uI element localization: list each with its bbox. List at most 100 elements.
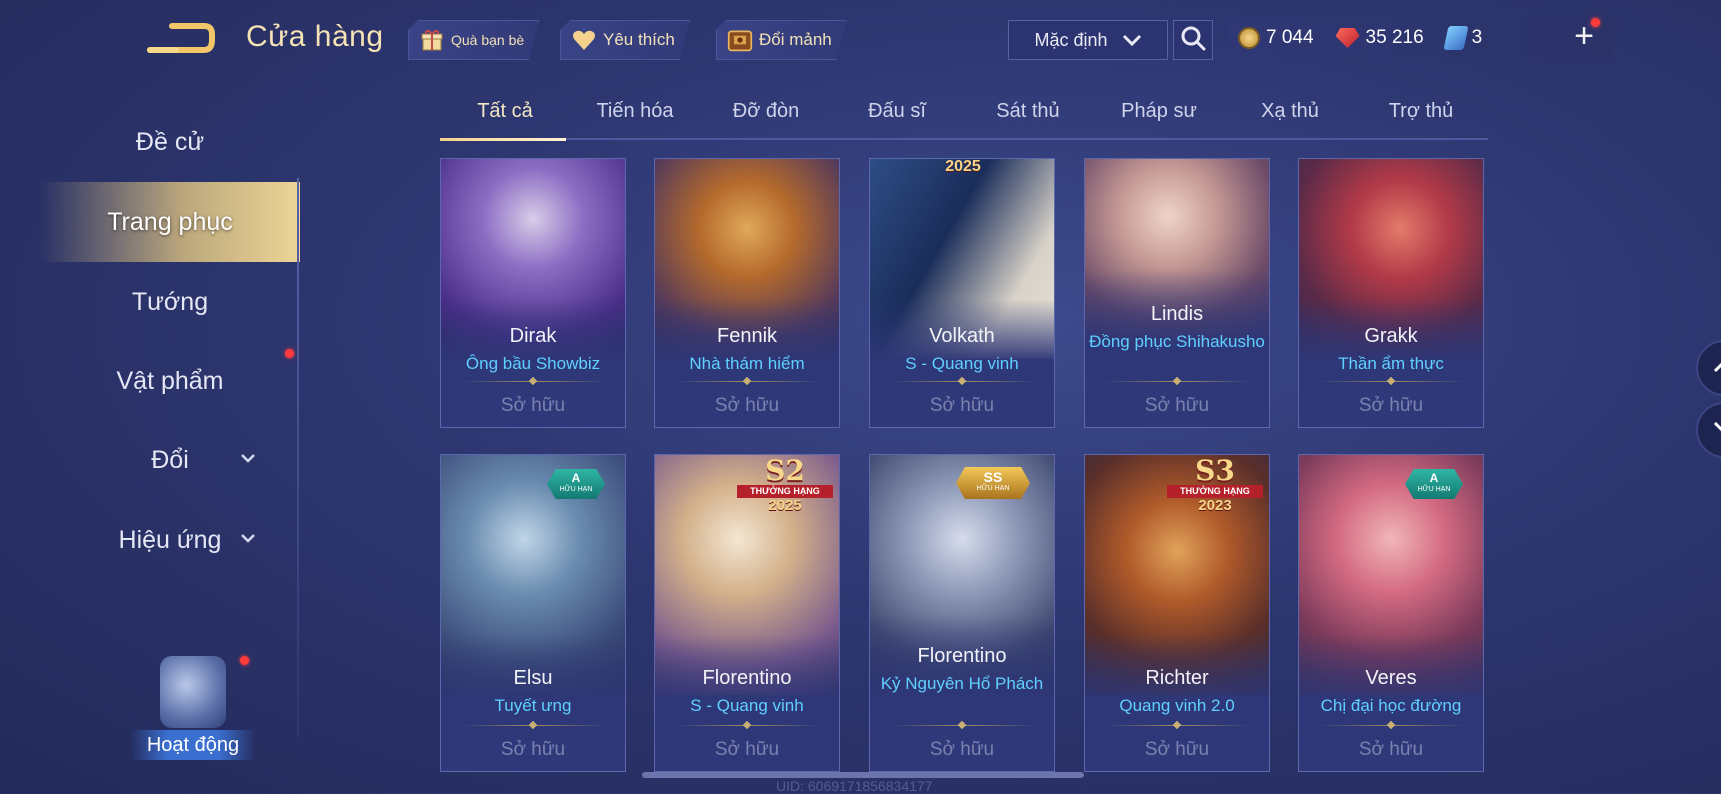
sidebar-divider xyxy=(297,178,299,738)
skin-card[interactable]: S3 THƯỞNG HẠNG 2023 Richter Quang vinh 2… xyxy=(1084,454,1270,772)
skin-card[interactable]: Dirak Ông bầu Showbiz Sở hữu xyxy=(440,158,626,428)
activity-label: Hoạt động xyxy=(130,730,256,760)
hero-name: Veres xyxy=(1365,667,1417,689)
card-divider xyxy=(461,381,607,382)
skin-card[interactable]: Lindis Đồng phục Shihakusho Sở hữu xyxy=(1084,158,1270,428)
tab-mage[interactable]: Pháp sư xyxy=(1094,100,1224,123)
card-divider xyxy=(1319,725,1465,726)
scroll-down-button[interactable] xyxy=(1696,402,1721,458)
rarity-grade: A xyxy=(1429,471,1439,485)
rarity-grade: SS xyxy=(983,469,1003,485)
activity-button[interactable]: Hoạt động xyxy=(130,656,256,760)
card-divider xyxy=(1105,381,1251,382)
chevron-up-icon xyxy=(1713,359,1721,378)
sidebar-item-label: Đề cử xyxy=(135,127,205,156)
items-notification-dot xyxy=(285,349,294,358)
rank-season: S2 xyxy=(765,454,805,487)
rarity-sub: HỮU HẠN xyxy=(1417,486,1451,493)
scroll-up-button[interactable] xyxy=(1696,340,1721,396)
sidebar-item-effects[interactable]: Hiệu ứng xyxy=(40,512,300,568)
user-id: UID: 6069171856834177 xyxy=(776,778,933,794)
hero-name: Dirak xyxy=(509,325,557,347)
owned-status: Sở hữu xyxy=(1144,739,1210,760)
owned-status: Sở hữu xyxy=(929,395,995,416)
card-divider xyxy=(675,725,821,726)
tab-all[interactable]: Tất cả xyxy=(440,100,570,123)
hero-name: Volkath xyxy=(929,325,995,347)
voucher-amount: 3 xyxy=(1471,27,1483,48)
skin-name: Kỷ Nguyên Hổ Phách xyxy=(880,674,1044,693)
currency-bar: 7 044 35 216 3 xyxy=(1228,18,1614,58)
activity-notification-dot xyxy=(240,656,249,665)
search-button[interactable] xyxy=(1173,20,1213,60)
card-divider xyxy=(1105,725,1251,726)
hero-name: Florentino xyxy=(917,645,1007,667)
friend-gift-label: Quà bạn bè xyxy=(451,32,525,48)
category-tabs: Tất cả Tiến hóa Đỡ đòn Đấu sĩ Sát thủ Ph… xyxy=(440,96,1488,141)
sidebar-item-heroes[interactable]: Tướng xyxy=(40,274,300,330)
tab-tank[interactable]: Đỡ đòn xyxy=(701,100,831,123)
rarity-badge: A HỮU HẠN xyxy=(1405,469,1463,499)
sidebar-item-recommended[interactable]: Đề cử xyxy=(40,114,300,170)
rank-year: 2025 xyxy=(768,497,802,514)
rarity-badge: A HỮU HẠN xyxy=(547,469,605,499)
card-divider xyxy=(1319,381,1465,382)
tab-evolution[interactable]: Tiến hóa xyxy=(570,100,700,123)
exchange-shards-button[interactable]: Đổi mảnh xyxy=(716,20,847,60)
rarity-badge: SS HỮU HẠN xyxy=(956,467,1030,499)
skin-card[interactable]: A HỮU HẠN Veres Chị đại học đường Sở hữu xyxy=(1298,454,1484,772)
skin-name: Ông bầu Showbiz xyxy=(465,354,601,373)
sidebar-item-exchange[interactable]: Đổi xyxy=(40,432,300,488)
activity-icon xyxy=(160,656,226,728)
skin-card[interactable]: A HỮU HẠN Elsu Tuyết ưng Sở hữu xyxy=(440,454,626,772)
active-tab-indicator xyxy=(440,138,566,141)
back-button[interactable] xyxy=(146,20,216,56)
gem-amount: 35 216 xyxy=(1365,27,1424,48)
skin-name: Nhà thám hiểm xyxy=(689,354,805,373)
skin-card[interactable]: Fennik Nhà thám hiểm Sở hữu xyxy=(654,158,840,428)
sidebar-item-label: Tướng xyxy=(131,287,209,316)
rank-season: S3 xyxy=(1195,454,1235,487)
skin-name: S - Quang vinh xyxy=(690,696,804,715)
gold-coin-icon xyxy=(1238,27,1260,49)
owned-status: Sở hữu xyxy=(500,739,566,760)
skin-name: Chị đại học đường xyxy=(1320,696,1462,715)
card-divider xyxy=(675,381,821,382)
gold-amount: 7 044 xyxy=(1266,27,1314,48)
sidebar-item-label: Trang phục xyxy=(107,207,233,236)
skin-name: Tuyết ưng xyxy=(494,696,572,715)
sidebar-item-costumes[interactable]: Trang phục xyxy=(40,182,300,262)
chevron-down-icon xyxy=(1713,421,1721,440)
owned-status: Sở hữu xyxy=(714,739,780,760)
rarity-sub: HỮU HẠN xyxy=(559,486,593,493)
tab-marksman[interactable]: Xạ thủ xyxy=(1225,100,1355,123)
tab-support[interactable]: Trợ thủ xyxy=(1356,100,1486,123)
hero-name: Elsu xyxy=(513,667,553,689)
skin-card[interactable]: Grakk Thần ẩm thực Sở hữu xyxy=(1298,158,1484,428)
favorites-button[interactable]: Yêu thích xyxy=(560,20,690,60)
sidebar-item-label: Vật phẩm xyxy=(116,366,224,395)
tab-fighter[interactable]: Đấu sĩ xyxy=(832,100,962,123)
owned-status: Sở hữu xyxy=(714,395,780,416)
chevron-down-icon xyxy=(240,532,256,548)
rank-badge: S3 THƯỞNG HẠNG 2023 xyxy=(1167,457,1263,523)
skin-name: Đồng phục Shihakusho xyxy=(1089,332,1265,351)
hero-name: Grakk xyxy=(1364,325,1418,347)
skin-name: Quang vinh 2.0 xyxy=(1119,696,1235,715)
top-up-notification-dot xyxy=(1591,18,1600,27)
owned-status: Sở hữu xyxy=(929,739,995,760)
card-divider xyxy=(890,381,1036,382)
page-title: Cửa hàng xyxy=(246,20,384,53)
owned-status: Sở hữu xyxy=(1358,739,1424,760)
friend-gift-button[interactable]: Quà bạn bè xyxy=(408,20,539,60)
skin-card[interactable]: SS HỮU HẠN Florentino Kỷ Nguyên Hổ Phách… xyxy=(869,454,1055,772)
skin-card[interactable]: 2025 Volkath S - Quang vinh Sở hữu xyxy=(869,158,1055,428)
rarity-grade: A xyxy=(571,471,581,485)
sidebar-item-items[interactable]: Vật phẩm xyxy=(40,353,300,409)
tab-assassin[interactable]: Sát thủ xyxy=(963,100,1093,123)
sort-dropdown[interactable]: Mặc định xyxy=(1008,20,1168,60)
card-divider xyxy=(890,725,1036,726)
skin-card[interactable]: S2 THƯỞNG HẠNG 2025 Florentino S - Quang… xyxy=(654,454,840,772)
voucher-icon xyxy=(1443,26,1469,50)
hero-name: Fennik xyxy=(716,325,778,347)
